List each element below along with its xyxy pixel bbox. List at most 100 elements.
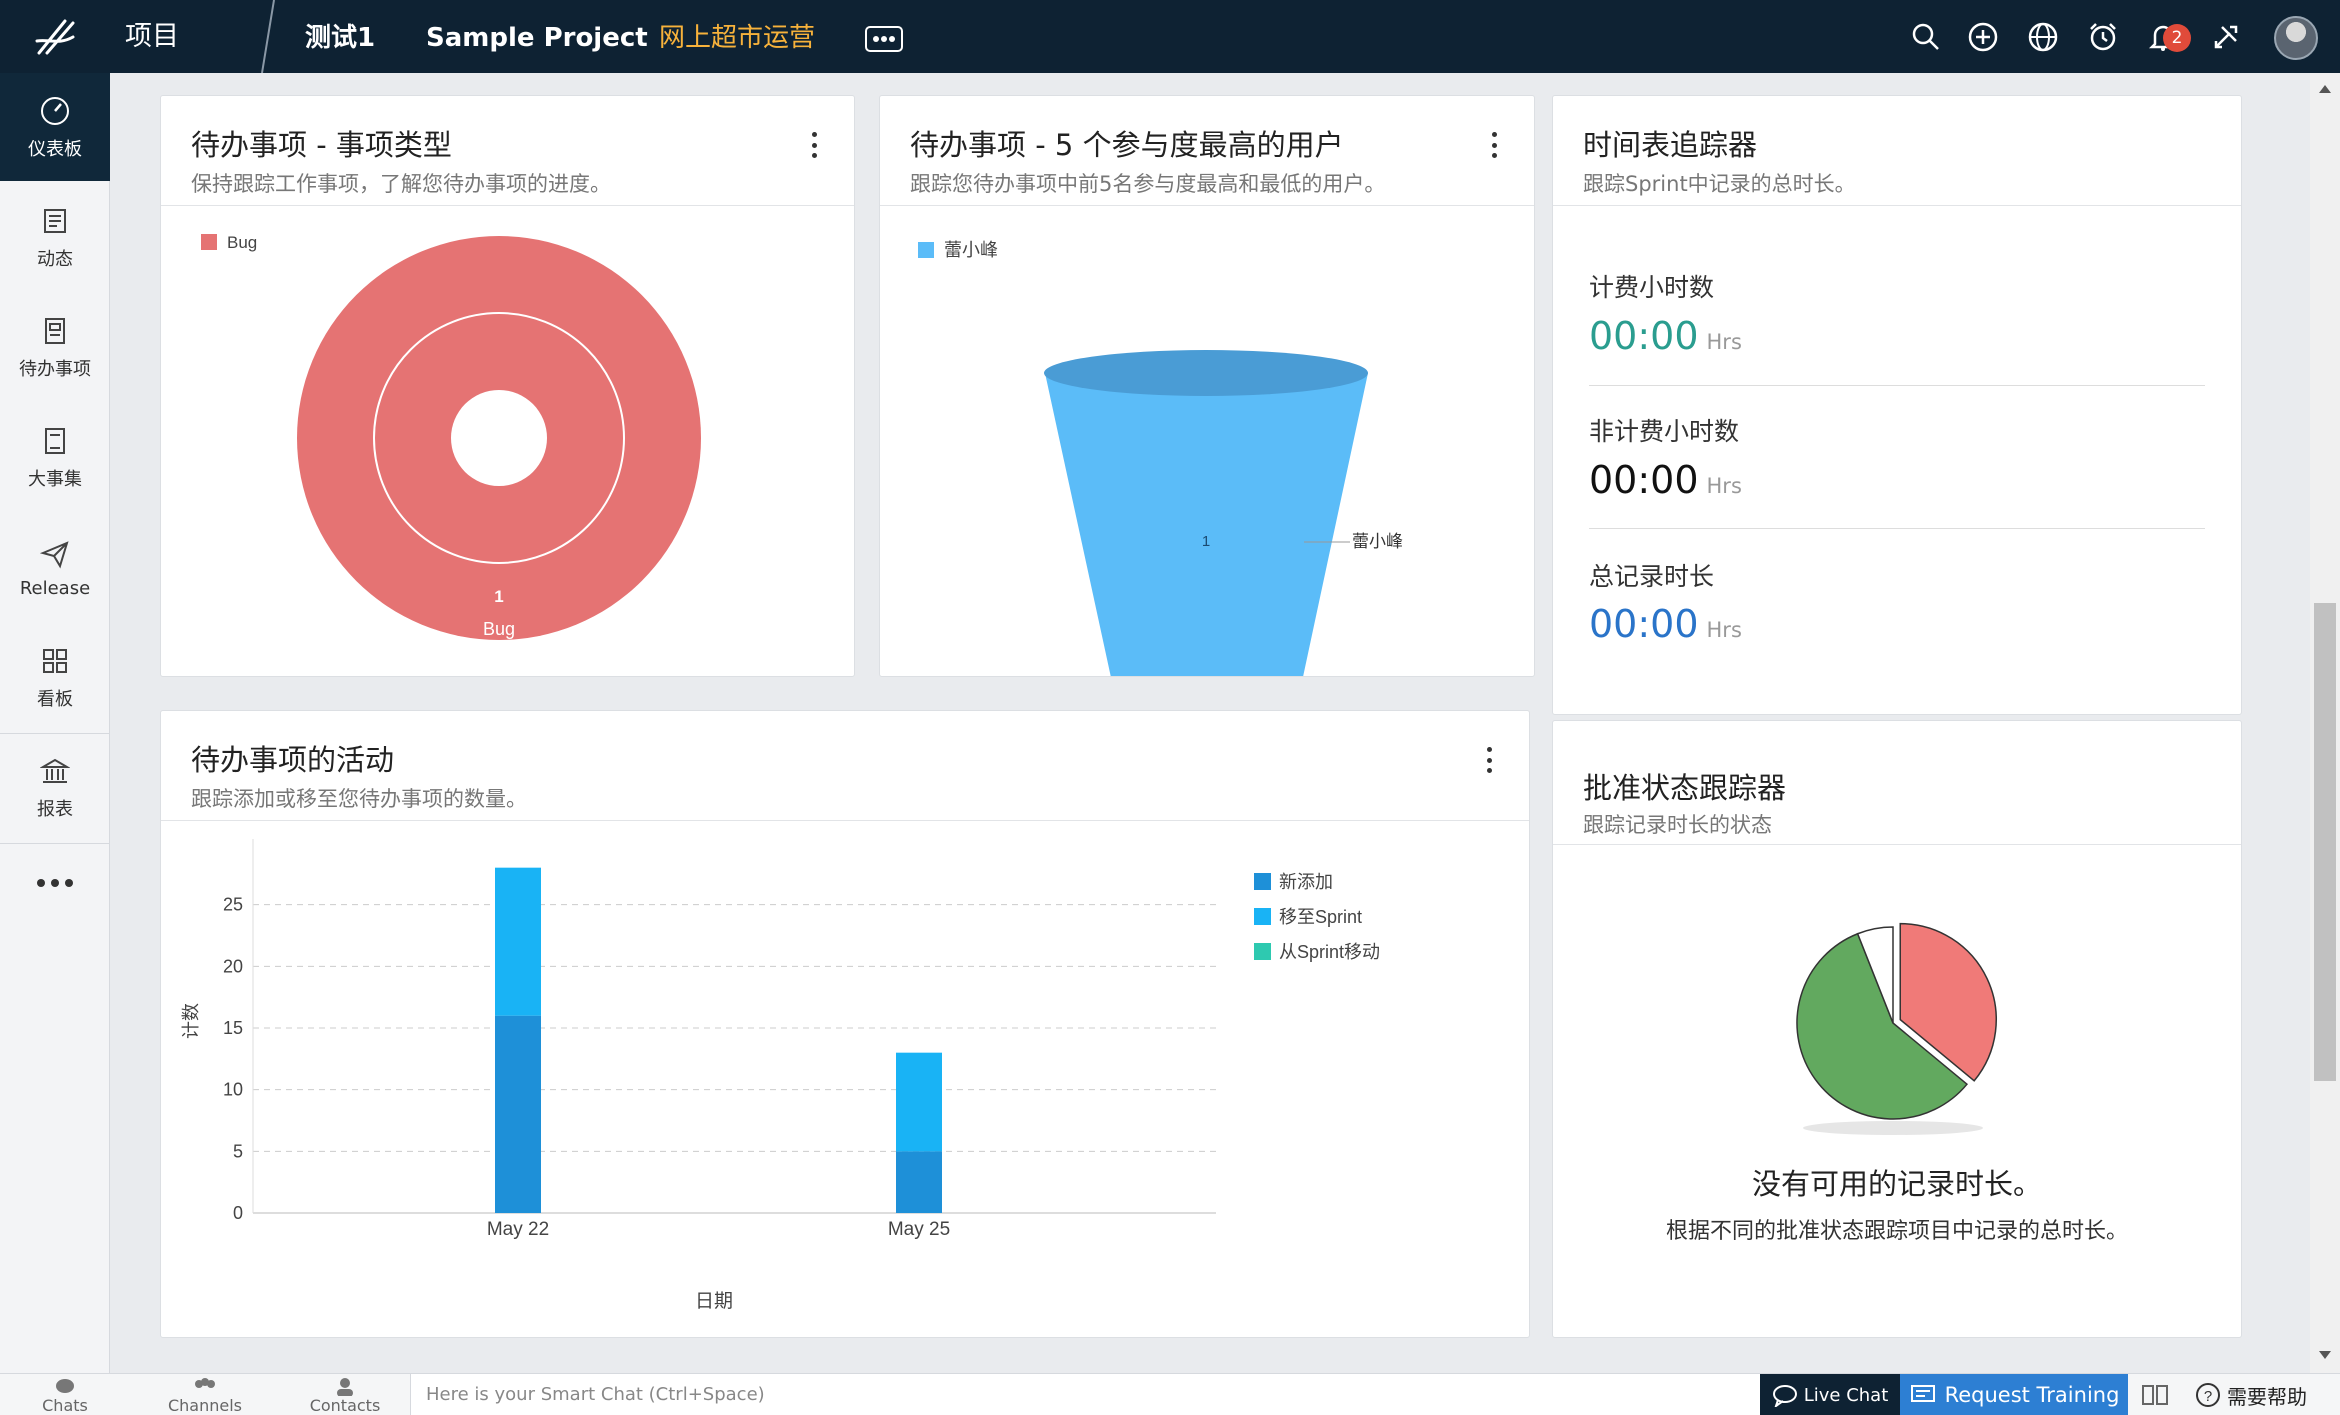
card-title: 时间表追踪器	[1583, 128, 1758, 162]
hours-number: 00:00	[1589, 458, 1699, 502]
legend-label[interactable]: 新添加	[1279, 872, 1333, 892]
y-tick-label: 5	[233, 1141, 243, 1161]
search-icon[interactable]	[1907, 18, 1945, 56]
legend-label: 蕾小峰	[944, 240, 998, 260]
card-top-users: 待办事项 - 5 个参与度最高的用户 跟踪您待办事项中前5名参与度最高和最低的用…	[879, 95, 1535, 677]
notification-count-badge: 2	[2163, 24, 2191, 52]
top-users-funnel-chart: 蕾小峰 1 蕾小峰	[918, 240, 1403, 676]
divider	[261, 0, 275, 73]
tools-icon[interactable]	[2207, 18, 2245, 56]
card-subtitle: 跟踪您待办事项中前5名参与度最高和最低的用户。	[910, 172, 1386, 196]
empty-state-description: 根据不同的批准状态跟踪项目中记录的总时长。	[1665, 1219, 2128, 1244]
sidebar-item-epics[interactable]: 大事集	[0, 403, 110, 511]
donut-inner-label: Bug	[483, 619, 515, 639]
empty-state-title: 没有可用的记录时长。	[1751, 1167, 2042, 1201]
y-tick-label: 20	[223, 956, 243, 976]
help-label: 需要帮助	[2227, 1384, 2307, 1409]
y-tick-label: 0	[233, 1203, 243, 1223]
divider	[1589, 528, 2205, 529]
y-axis-label: 计数	[181, 1003, 201, 1039]
bottom-item-label: Contacts	[309, 1396, 381, 1415]
donut-value-label: 1	[494, 587, 503, 606]
scroll-up-arrow-icon[interactable]	[2319, 85, 2331, 93]
request-training-button[interactable]: Request Training	[1900, 1374, 2128, 1415]
card-menu-icon[interactable]	[810, 132, 818, 158]
card-subtitle: 跟踪记录时长的状态	[1583, 813, 1772, 837]
smart-chat-input[interactable]: Here is your Smart Chat (Ctrl+Space)	[410, 1374, 1760, 1415]
vertical-scrollbar[interactable]	[2310, 73, 2340, 1373]
bottom-item-contacts[interactable]: Contacts	[290, 1376, 400, 1415]
card-menu-icon[interactable]	[1490, 132, 1498, 158]
user-avatar[interactable]	[2274, 16, 2318, 60]
more-tabs-button[interactable]	[865, 26, 903, 52]
card-title: 待办事项 - 5 个参与度最高的用户	[910, 128, 1344, 162]
y-tick-label: 15	[223, 1018, 243, 1038]
total-hours-label: 总记录时长	[1589, 562, 1715, 591]
y-tick-label: 25	[223, 895, 243, 915]
card-header: 时间表追踪器 跟踪Sprint中记录的总时长。	[1553, 96, 2241, 206]
legend-swatch[interactable]	[1254, 908, 1271, 925]
help-button[interactable]: ? 需要帮助	[2195, 1374, 2307, 1415]
x-axis-label: 日期	[695, 1290, 733, 1312]
card-item-types: 待办事项 - 事项类型 保持跟踪工作事项，了解您待办事项的进度。 Bug Bug…	[160, 95, 855, 677]
x-tick-label: May 22	[487, 1219, 549, 1240]
funnel-data-label: 蕾小峰	[1352, 532, 1403, 551]
book-icon	[37, 423, 73, 459]
legend-label[interactable]: 移至Sprint	[1279, 907, 1362, 927]
sidebar-item-reports[interactable]: 报表	[0, 733, 110, 841]
channels-icon	[195, 1378, 215, 1388]
sidebar-item-dashboard[interactable]: 仪表板	[0, 73, 110, 181]
sidebar-item-feed[interactable]: 动态	[0, 183, 110, 291]
scroll-down-arrow-icon[interactable]	[2319, 1351, 2331, 1359]
funnel-slice-user[interactable]	[1044, 350, 1368, 676]
bar-segment[interactable]	[896, 1052, 942, 1152]
tab-supermarket-ops[interactable]: 网上超市运营	[659, 0, 815, 73]
bar-segment[interactable]	[495, 867, 541, 1016]
donut-slice-bug[interactable]	[297, 236, 701, 640]
bottom-item-channels[interactable]: Channels	[150, 1376, 260, 1415]
card-header: 待办事项 - 5 个参与度最高的用户 跟踪您待办事项中前5名参与度最高和最低的用…	[880, 96, 1534, 206]
sidebar-item-backlog[interactable]: 待办事项	[0, 293, 110, 401]
tab-sample-project[interactable]: Sample Project	[426, 0, 648, 73]
bar-segment[interactable]	[495, 1015, 541, 1213]
alarm-clock-icon[interactable]	[2084, 18, 2122, 56]
approval-pie-slices	[1796, 922, 1997, 1120]
legend-swatch[interactable]	[1254, 943, 1271, 960]
legend-swatch[interactable]	[1254, 873, 1271, 890]
bottom-item-chats[interactable]: Chats	[10, 1376, 120, 1415]
globe-icon[interactable]	[2024, 18, 2062, 56]
card-approval-status: 批准状态跟踪器 跟踪记录时长的状态 没有可用的记录时长。 根据不同的批准状态跟踪…	[1552, 720, 2242, 1338]
hours-number: 00:00	[1589, 314, 1699, 358]
training-icon	[1910, 1385, 1935, 1402]
live-chat-button[interactable]: Live Chat	[1760, 1374, 1900, 1415]
sidebar-item-label: 看板	[37, 689, 73, 710]
scrollbar-thumb[interactable]	[2314, 603, 2336, 1081]
app-logo-icon[interactable]	[0, 0, 110, 73]
left-sidebar: 仪表板 动态 待办事项 大事集 Release 看板 报表	[0, 73, 110, 1373]
projects-menu[interactable]: 项目	[125, 0, 179, 73]
tab-project-test1[interactable]: 测试1	[305, 0, 375, 73]
non-billable-hours-value: 00:00 Hrs	[1589, 458, 1742, 502]
legend-item-bug[interactable]: Bug	[201, 233, 257, 252]
top-navigation-bar: 项目 测试1 Sample Project 网上超市运营 2	[0, 0, 2340, 73]
book-open-icon[interactable]	[2140, 1382, 2170, 1408]
card-header: 批准状态跟踪器 跟踪记录时长的状态	[1553, 721, 2241, 845]
sidebar-item-release[interactable]: Release	[0, 513, 110, 621]
card-backlog-activity: 待办事项的活动 跟踪添加或移至您待办事项的数量。 0 5 10 15 20 25 计数 日期 M…	[160, 710, 1530, 1338]
chat-icon	[1772, 1385, 1797, 1407]
card-title: 待办事项的活动	[191, 743, 395, 777]
divider	[1589, 385, 2205, 386]
bar-segment[interactable]	[896, 1151, 942, 1213]
card-subtitle: 跟踪Sprint中记录的总时长。	[1583, 172, 1856, 196]
item-types-donut-chart: Bug Bug 1	[201, 233, 701, 640]
card-title: 待办事项 - 事项类型	[191, 128, 452, 162]
sidebar-more-button[interactable]	[0, 843, 110, 923]
live-chat-label: Live Chat	[1803, 1384, 1889, 1406]
request-training-label: Request Training	[1944, 1383, 2120, 1407]
card-menu-icon[interactable]	[1485, 747, 1493, 773]
sidebar-item-label: 大事集	[28, 469, 82, 490]
add-icon[interactable]	[1964, 18, 2002, 56]
legend-label[interactable]: 从Sprint移动	[1279, 942, 1380, 962]
legend-item-user[interactable]: 蕾小峰	[918, 240, 998, 260]
sidebar-item-board[interactable]: 看板	[0, 623, 110, 731]
